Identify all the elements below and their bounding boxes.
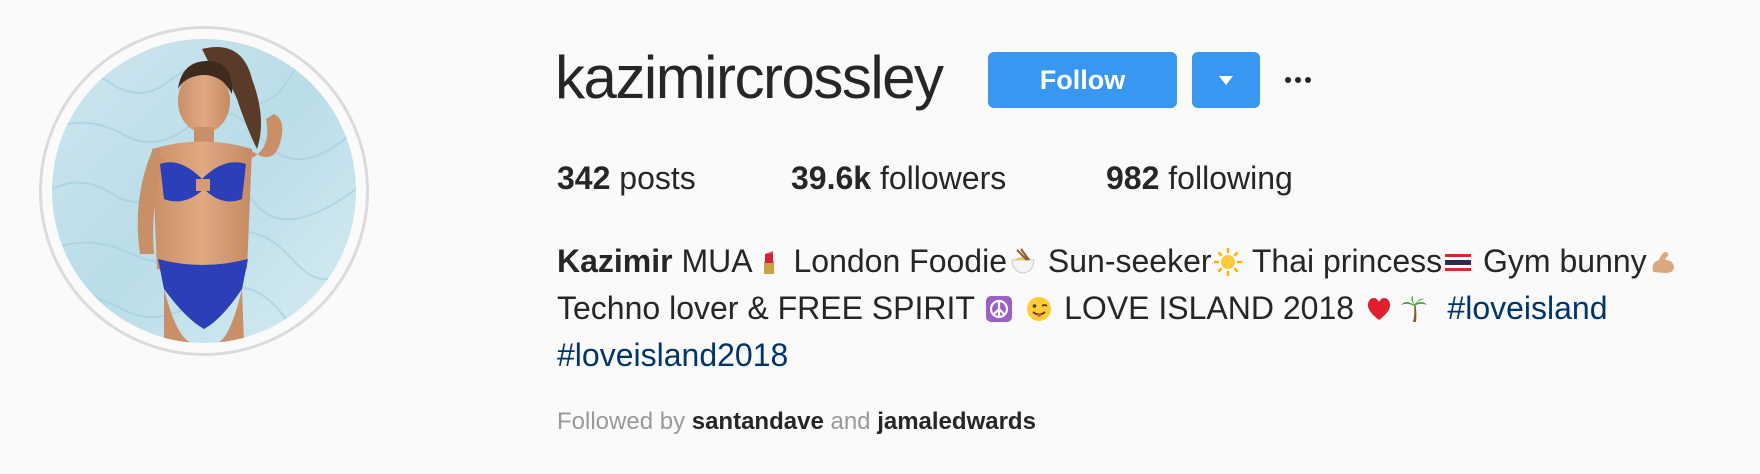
bio-text-2: London Foodie bbox=[784, 243, 1007, 279]
palm-tree-icon bbox=[1400, 296, 1427, 322]
suggested-accounts-dropdown-button[interactable] bbox=[1192, 52, 1260, 108]
profile-bio: Kazimir MUA London Foodie Sun-seeker Tha… bbox=[557, 238, 1737, 379]
peace-symbol-icon bbox=[986, 296, 1013, 322]
following-label: following bbox=[1168, 160, 1293, 196]
bio-text-5: Gym bunny bbox=[1474, 243, 1647, 279]
follower-link-jamaledwards[interactable]: jamaledwards bbox=[877, 408, 1036, 435]
avatar[interactable] bbox=[52, 39, 356, 343]
winking-tongue-face-icon bbox=[1027, 297, 1052, 321]
red-heart-icon bbox=[1367, 298, 1391, 320]
more-options-button[interactable] bbox=[1282, 62, 1314, 98]
more-options-icon bbox=[1285, 77, 1291, 83]
hashtag-link-loveisland2018[interactable]: #loveisland2018 bbox=[557, 337, 788, 373]
posts-label: posts bbox=[619, 160, 696, 196]
follow-button[interactable]: Follow bbox=[988, 52, 1177, 108]
posts-count: 342 bbox=[557, 160, 611, 196]
followed-by: Followed by santandave and jamaledwards bbox=[557, 407, 1036, 437]
lipstick-icon bbox=[763, 251, 774, 274]
stat-followers[interactable]: 39.6k followers bbox=[791, 158, 1006, 198]
flexed-biceps-icon bbox=[1652, 252, 1674, 273]
following-count: 982 bbox=[1106, 160, 1160, 196]
bio-text-6: Techno lover & FREE SPIRIT bbox=[557, 290, 984, 326]
followers-label: followers bbox=[879, 160, 1007, 196]
stat-following[interactable]: 982 following bbox=[1106, 158, 1293, 198]
profile-full-name: Kazimir bbox=[557, 243, 673, 279]
hashtag-link-loveisland[interactable]: #loveisland bbox=[1447, 290, 1607, 326]
avatar-photo bbox=[52, 39, 356, 343]
chevron-down-icon bbox=[1219, 75, 1233, 85]
bio-text-3: Sun-seeker bbox=[1039, 243, 1212, 279]
follower-link-santandave[interactable]: santandave bbox=[692, 408, 824, 435]
followed-by-prefix: Followed by bbox=[557, 408, 692, 435]
bio-text-4: Thai princess bbox=[1243, 243, 1443, 279]
stat-posts: 342 posts bbox=[557, 158, 696, 198]
profile-username: kazimircrossley bbox=[555, 44, 944, 111]
thai-flag-icon bbox=[1445, 254, 1472, 271]
noodle-bowl-icon bbox=[1011, 248, 1035, 274]
followed-by-connector: and bbox=[823, 408, 878, 435]
bio-text-1: MUA bbox=[672, 243, 753, 279]
sun-icon bbox=[1213, 248, 1242, 276]
bio-text-7: LOVE ISLAND 2018 bbox=[1055, 290, 1363, 326]
followers-count: 39.6k bbox=[791, 160, 872, 196]
